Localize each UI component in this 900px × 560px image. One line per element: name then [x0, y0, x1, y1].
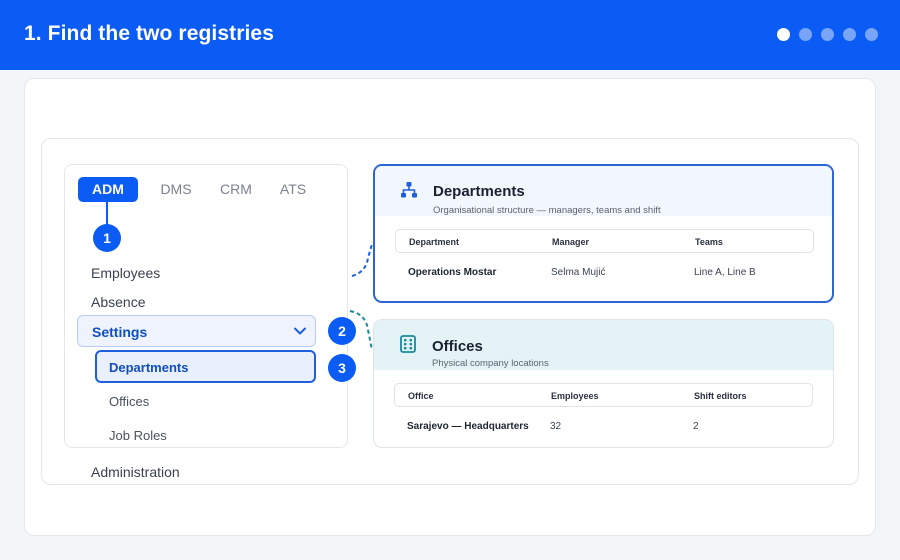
sidebar-item-administration[interactable]: Administration: [91, 464, 180, 480]
tutorial-header: 1. Find the two registries: [0, 0, 900, 70]
org-chart-icon: [399, 180, 419, 200]
departments-registry-card[interactable]: Departments Organisational structure — m…: [373, 164, 834, 303]
table-cell: Sarajevo — Headquarters: [407, 421, 529, 432]
sidebar-subitem-offices[interactable]: Offices: [109, 394, 149, 409]
progress-dot-1[interactable]: [777, 28, 790, 41]
progress-dot-3[interactable]: [821, 28, 834, 41]
sidebar-item-settings-label: Settings: [92, 324, 148, 340]
tab-adm[interactable]: ADM: [78, 177, 138, 202]
table-cell: Operations Mostar: [408, 267, 497, 278]
sidebar-subitem-departments-label: Departments: [109, 360, 189, 375]
column-header: Manager: [552, 237, 590, 247]
chevron-down-icon: [293, 324, 307, 343]
tab-dms[interactable]: DMS: [152, 177, 200, 202]
column-header: Shift editors: [694, 391, 747, 401]
step-badge-1: 1: [93, 224, 121, 252]
column-header: Department: [409, 237, 460, 247]
table-cell: 32: [550, 421, 562, 432]
table-cell: 2: [693, 421, 699, 432]
sidebar-item-employees[interactable]: Employees: [91, 265, 160, 281]
departments-table-header: Department Manager Teams: [395, 229, 814, 253]
offices-table-header: Office Employees Shift editors: [394, 383, 813, 407]
table-cell: Line A, Line B: [694, 267, 756, 278]
progress-dot-5[interactable]: [865, 28, 878, 41]
step-1-pointer: [106, 202, 108, 226]
column-header: Employees: [551, 391, 599, 401]
column-header: Teams: [695, 237, 723, 247]
offices-card-header: Offices Physical company locations: [374, 320, 833, 370]
offices-card-title: Offices: [432, 338, 483, 355]
column-header: Office: [408, 391, 434, 401]
step-title: 1. Find the two registries: [24, 22, 274, 45]
sidebar-item-settings[interactable]: Settings: [77, 315, 316, 347]
table-cell: Selma Mujić: [551, 267, 606, 278]
progress-dot-2[interactable]: [799, 28, 812, 41]
departments-card-subtitle: Organisational structure — managers, tea…: [433, 205, 661, 216]
sidebar-item-absence[interactable]: Absence: [91, 294, 145, 310]
sidebar-subitem-job-roles[interactable]: Job Roles: [109, 428, 167, 443]
offices-registry-card[interactable]: Offices Physical company locations Offic…: [373, 319, 834, 448]
building-icon: [398, 334, 418, 354]
step-badge-3: 3: [328, 354, 356, 382]
progress-dots: [777, 28, 878, 41]
progress-dot-4[interactable]: [843, 28, 856, 41]
tab-crm[interactable]: CRM: [214, 177, 258, 202]
departments-card-title: Departments: [433, 183, 525, 200]
step-badge-2: 2: [328, 317, 356, 345]
offices-card-subtitle: Physical company locations: [432, 358, 549, 369]
sidebar-subitem-departments[interactable]: Departments: [95, 350, 316, 383]
departments-card-header: Departments Organisational structure — m…: [375, 166, 832, 216]
tab-ats[interactable]: ATS: [274, 177, 312, 202]
